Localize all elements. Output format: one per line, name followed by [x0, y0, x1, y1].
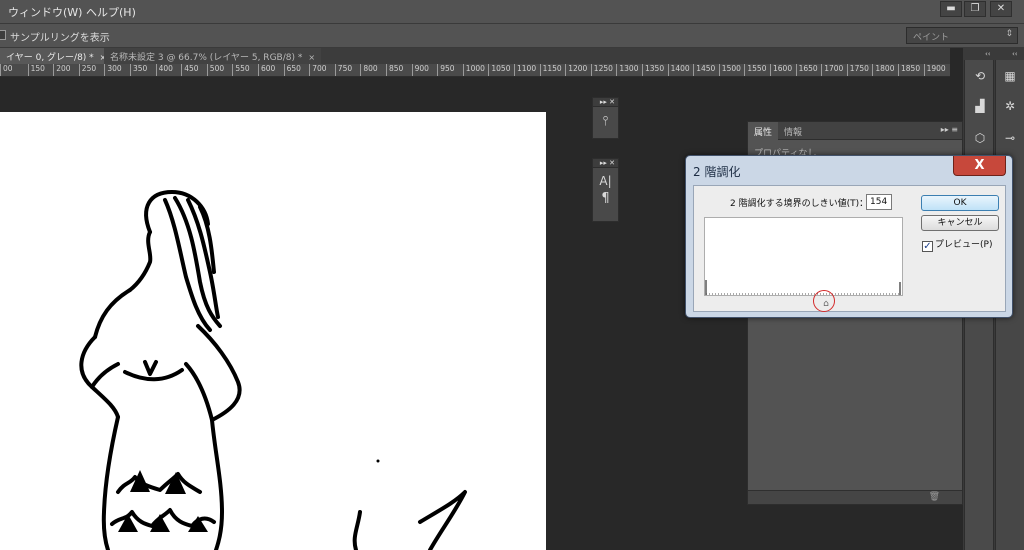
ruler-tick: 1050	[488, 64, 510, 76]
ruler-tick: 550	[232, 64, 250, 76]
threshold-dialog: 2 階調化 X 2 階調化する境界のしきい値(T)： 154 ⌂ OK キャンセ…	[685, 155, 1013, 318]
document-canvas[interactable]	[0, 112, 546, 550]
window-close-button[interactable]: ✕	[990, 1, 1012, 17]
options-bar: サンプルリングを表示 ペイント ⇕	[0, 24, 1024, 48]
ruler-tick: 1500	[718, 64, 741, 76]
mermaid-line-drawing	[79, 190, 467, 550]
ruler-tick: 800	[360, 64, 378, 76]
menu-bar: ウィンドウ(W) ヘルプ(H) ▬ ❐ ✕	[0, 0, 1024, 24]
grid-icon[interactable]: ▦	[998, 66, 1022, 86]
tab-properties[interactable]: 属性	[748, 122, 779, 140]
type-mini-panel: ▸▸ ✕ A| ¶	[592, 158, 619, 222]
ruler-tick: 350	[130, 64, 147, 76]
history-icon[interactable]: ⟲	[968, 66, 992, 86]
properties-tabs: 属性 情報 ▸▸ ≡	[748, 122, 962, 140]
ruler-tick: 600	[258, 64, 275, 76]
ruler-tick: 1300	[616, 64, 638, 76]
ruler-tick: 250	[78, 64, 96, 76]
document-tab-bar: イヤー 0, グレー/8) *× 名称未設定 3 @ 66.7% (レイヤー 5…	[0, 48, 950, 64]
gear-icon[interactable]: ✲	[998, 96, 1022, 116]
paragraph-icon[interactable]: ¶	[593, 190, 618, 208]
ruler-tick: 1350	[642, 64, 664, 76]
ruler-tick: 1250	[590, 64, 613, 76]
threshold-histogram	[704, 217, 903, 296]
ruler-tick: 1600	[770, 64, 792, 76]
trash-icon[interactable]: 🗑	[929, 492, 940, 502]
menu-window[interactable]: ウィンドウ(W)	[8, 4, 82, 20]
ruler-tick: 1750	[846, 64, 869, 76]
panel-menu-icon[interactable]: ▸▸ ≡	[941, 125, 958, 134]
adjustments-icon[interactable]: ⊸	[998, 128, 1022, 148]
histogram-icon[interactable]: ▟	[968, 96, 992, 116]
dialog-title: 2 階調化	[693, 165, 741, 179]
ruler-tick: 1900	[923, 64, 946, 76]
dialog-body: 2 階調化する境界のしきい値(T)： 154 ⌂ OK キャンセル ✓ プレビュー…	[693, 185, 1006, 312]
tab-document-1[interactable]: イヤー 0, グレー/8) *×	[0, 48, 113, 64]
preview-label: プレビュー(P)	[935, 240, 993, 250]
threshold-label: 2 階調化する境界のしきい値(T)：	[730, 199, 869, 209]
preview-checkbox[interactable]: ✓	[922, 241, 933, 252]
photoshop-window: ウィンドウ(W) ヘルプ(H) ▬ ❐ ✕ サンプルリングを表示 ペイント ⇕ …	[0, 0, 1024, 550]
workspace-value: ペイント	[913, 33, 950, 43]
ruler-tick: 150	[27, 64, 45, 76]
brush-mini-panel: ▸▸ ✕ ⫯	[592, 97, 619, 139]
workspace-select[interactable]: ペイント ⇕	[906, 27, 1018, 44]
tab-info[interactable]: 情報	[784, 125, 802, 138]
preview-option[interactable]: ✓ プレビュー(P)	[922, 237, 992, 252]
ruler-tick: 200	[53, 64, 71, 76]
character-icon[interactable]: A|	[593, 172, 618, 190]
tab-label: イヤー 0, グレー/8) *	[6, 53, 94, 63]
properties-footer: 🗑	[748, 490, 962, 504]
dock-collapse-icon-2[interactable]: ‹‹	[1012, 50, 1018, 58]
tab-document-2[interactable]: 名称未設定 3 @ 66.7% (レイヤー 5, RGB/8) * ×	[104, 48, 322, 64]
ruler-tick: 950	[437, 64, 455, 76]
ruler-tick: 700	[309, 64, 327, 76]
histogram-graph	[705, 280, 901, 295]
ruler-tick: 1100	[514, 64, 536, 76]
mini-panel-header[interactable]: ▸▸ ✕	[593, 98, 618, 107]
ruler-tick: 1150	[539, 64, 562, 76]
ruler-tick: 00	[0, 64, 13, 76]
cancel-button[interactable]: キャンセル	[921, 215, 999, 231]
horizontal-ruler: 00 150 200 250 300 350 400 450 500 550 600 650 700 75…	[0, 64, 950, 77]
sampling-label: サンプルリングを表示	[10, 33, 110, 44]
ruler-tick: 1000	[462, 64, 485, 76]
brush-presets-icon[interactable]: ⫯	[593, 113, 618, 131]
ruler-tick: 850	[386, 64, 403, 76]
ruler-tick: 1200	[565, 64, 587, 76]
sampling-checkbox[interactable]	[0, 30, 6, 40]
ruler-tick: 1550	[744, 64, 766, 76]
ruler-tick: 1400	[667, 64, 690, 76]
ruler-tick: 500	[206, 64, 224, 76]
ruler-tick: 1450	[693, 64, 715, 76]
ruler-tick: 1650	[795, 64, 818, 76]
highlight-circle	[813, 290, 835, 312]
chevron-updown-icon: ⇕	[1005, 29, 1013, 39]
menu-help[interactable]: ヘルプ(H)	[86, 4, 136, 20]
ruler-tick: 300	[104, 64, 122, 76]
ok-button[interactable]: OK	[921, 195, 999, 211]
ruler-tick: 400	[155, 64, 173, 76]
ruler-tick: 1700	[821, 64, 843, 76]
ruler-tick: 1850	[898, 64, 920, 76]
mini-panel-header[interactable]: ▸▸ ✕	[593, 159, 618, 168]
ruler-tick: 900	[411, 64, 429, 76]
tab-label: 名称未設定 3 @ 66.7% (レイヤー 5, RGB/8) *	[110, 53, 303, 63]
minimize-button[interactable]: ▬	[940, 1, 962, 17]
ruler-tick: 650	[283, 64, 301, 76]
3d-cube-icon[interactable]: ⬡	[968, 128, 992, 148]
restore-button[interactable]: ❐	[964, 1, 986, 17]
ruler-tick: 1800	[872, 64, 894, 76]
ruler-tick: 450	[181, 64, 199, 76]
dock-collapse-icon[interactable]: ‹‹	[985, 50, 991, 58]
tab-close-icon[interactable]: ×	[308, 53, 315, 62]
ruler-tick: 750	[334, 64, 352, 76]
dialog-close-button[interactable]: X	[953, 156, 1006, 176]
threshold-input[interactable]: 154	[866, 194, 892, 210]
